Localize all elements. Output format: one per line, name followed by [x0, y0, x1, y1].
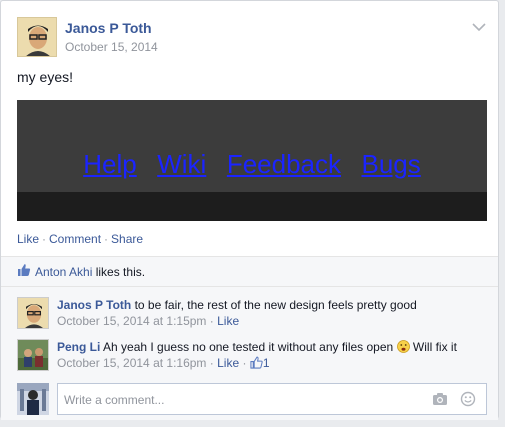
image-link-wiki: Wiki: [157, 149, 207, 179]
likes-text: Anton Akhi likes this.: [35, 265, 145, 279]
separator: ·: [209, 356, 214, 370]
comment-composer: Write a comment...: [17, 383, 487, 415]
comment-like-button[interactable]: Like: [217, 314, 239, 328]
comment-meta: October 15, 2014 at 1:16pm · Like · 1: [57, 356, 270, 370]
image-bottom-bar: [17, 192, 487, 221]
like-button[interactable]: Like: [17, 232, 39, 246]
liker-name[interactable]: Anton Akhi: [35, 265, 92, 279]
separator: ·: [209, 314, 214, 328]
comment-text-end: Will fix it: [412, 340, 457, 354]
image-link-feedback: Feedback: [226, 149, 341, 179]
commenter-avatar[interactable]: [17, 339, 49, 371]
author-avatar[interactable]: [17, 17, 57, 57]
comment-body: Peng Li Ah yeah I guess no one tested it…: [57, 339, 487, 371]
commenter-avatar[interactable]: [17, 297, 49, 329]
smiley-icon[interactable]: [460, 391, 476, 407]
post-action-bar: Like · Comment · Share: [17, 232, 143, 246]
post-image[interactable]: Help Wiki Feedback Bugs: [17, 100, 487, 221]
worried-emoji-icon: [396, 340, 410, 353]
comment-input[interactable]: Write a comment...: [57, 383, 487, 415]
comment-text: Ah yeah I guess no one tested it without…: [103, 340, 394, 354]
current-user-avatar[interactable]: [17, 383, 49, 415]
comment-body: Janos P Toth to be fair, the rest of the…: [57, 297, 487, 329]
separator: ·: [242, 356, 247, 370]
comment-button[interactable]: Comment: [49, 232, 101, 246]
post-card: Janos P Toth October 15, 2014 my eyes! H…: [0, 0, 499, 420]
separator: ·: [104, 232, 109, 246]
like-count-value: 1: [262, 356, 270, 370]
thumbs-up-icon: [250, 356, 263, 369]
author-name[interactable]: Janos P Toth: [65, 20, 152, 36]
image-link-bugs: Bugs: [361, 149, 421, 179]
camera-icon[interactable]: [432, 392, 448, 406]
comment-like-button[interactable]: Like: [217, 356, 239, 370]
comment-timestamp[interactable]: October 15, 2014 at 1:16pm: [57, 356, 206, 370]
image-link-row: Help Wiki Feedback Bugs: [17, 149, 487, 180]
comment-meta: October 15, 2014 at 1:15pm · Like: [57, 314, 239, 328]
likes-suffix: likes this.: [95, 265, 146, 279]
comment-author[interactable]: Janos P Toth: [57, 298, 131, 312]
likes-summary: Anton Akhi likes this.: [1, 257, 498, 287]
share-button[interactable]: Share: [111, 232, 143, 246]
post-timestamp[interactable]: October 15, 2014: [65, 40, 158, 54]
comments-section: Janos P Toth to be fair, the rest of the…: [1, 287, 498, 420]
comment-author[interactable]: Peng Li: [57, 340, 100, 354]
thumbs-up-icon: [17, 263, 31, 277]
comment-like-count[interactable]: 1: [250, 356, 270, 370]
comment-input-placeholder: Write a comment...: [64, 393, 165, 407]
image-link-help: Help: [83, 149, 137, 179]
post-text: my eyes!: [17, 69, 74, 85]
chevron-down-icon[interactable]: [472, 19, 486, 32]
separator: ·: [42, 232, 47, 246]
comment-text: to be fair, the rest of the new design f…: [134, 298, 417, 312]
comment-timestamp[interactable]: October 15, 2014 at 1:15pm: [57, 314, 206, 328]
